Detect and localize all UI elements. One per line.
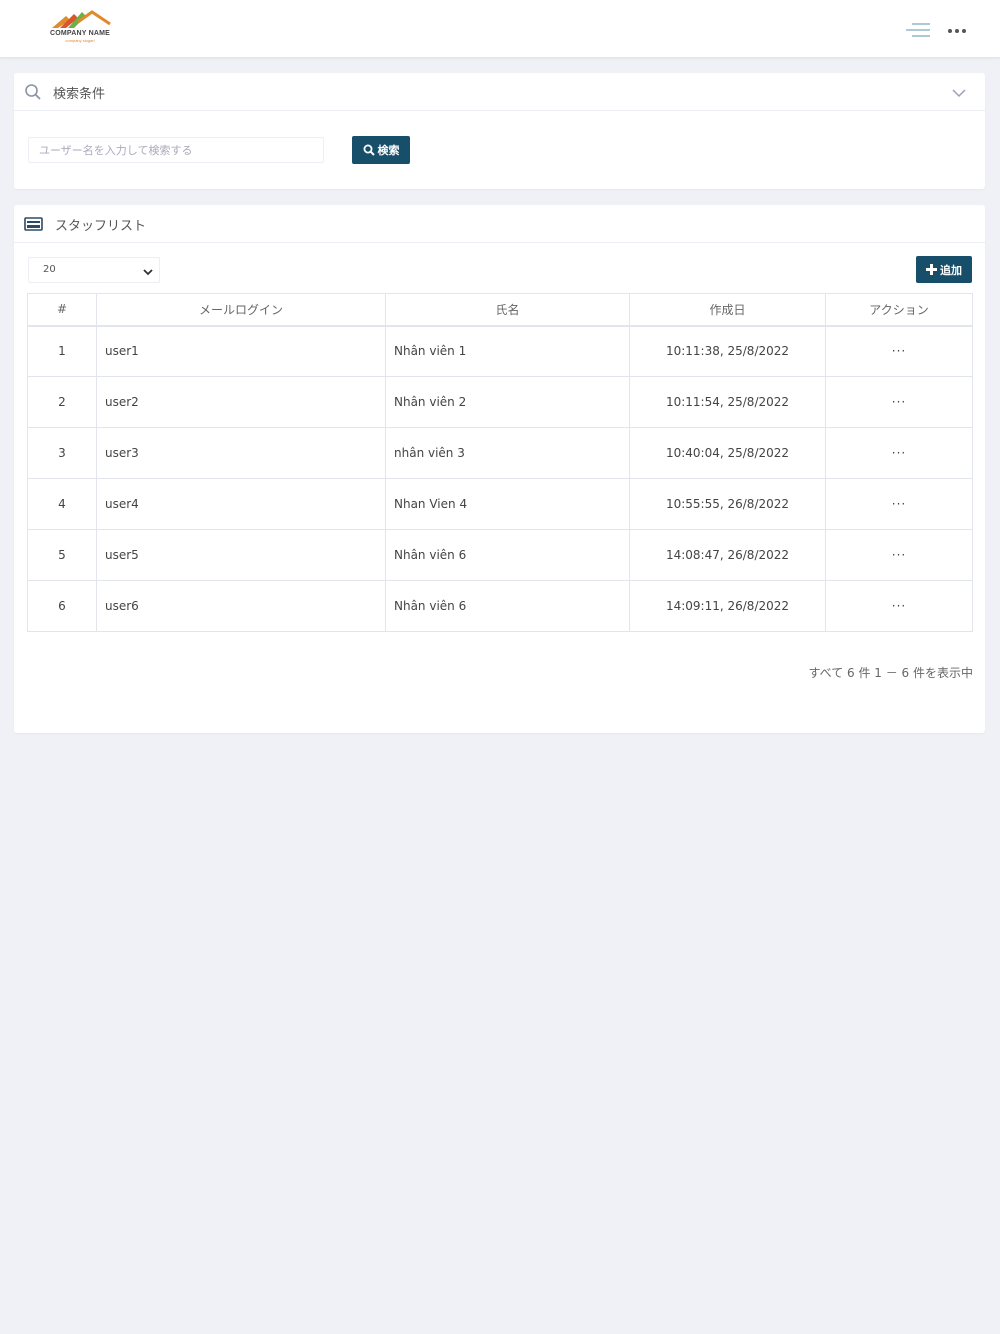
search-button-label: 検索 — [377, 144, 400, 157]
page-size-select[interactable]: 20 — [28, 257, 160, 283]
table-header-row: # メールログイン 氏名 作成日 アクション — [27, 293, 973, 327]
row-full-name: Nhan Vien 4 — [385, 478, 630, 530]
chevron-down-icon — [143, 266, 153, 276]
table-row: 1 user1 Nhân viên 1 10:11:38, 25/8/2022 … — [27, 325, 973, 377]
row-action-menu[interactable]: ··· — [825, 427, 973, 479]
row-created-date: 10:40:04, 25/8/2022 — [629, 427, 826, 479]
staff-list-header: スタッフリスト — [14, 205, 985, 243]
row-email-login: user1 — [96, 325, 386, 377]
row-email-login: user2 — [96, 376, 386, 428]
column-header-email-login[interactable]: メールログイン — [96, 293, 386, 327]
row-action-menu[interactable]: ··· — [825, 529, 973, 581]
table-row: 6 user6 Nhân viên 6 14:09:11, 26/8/2022 … — [27, 580, 973, 632]
row-action-menu[interactable]: ··· — [825, 478, 973, 530]
top-bar: COMPANY NAME company slogan — [0, 0, 1000, 58]
staff-table: # メールログイン 氏名 作成日 アクション 1 user1 Nhân viên… — [27, 293, 973, 632]
row-email-login: user5 — [96, 529, 386, 581]
row-number: 3 — [27, 427, 97, 479]
column-header-full-name[interactable]: 氏名 — [385, 293, 630, 327]
table-row: 5 user5 Nhân viên 6 14:08:47, 26/8/2022 … — [27, 529, 973, 581]
row-number: 5 — [27, 529, 97, 581]
search-icon — [24, 83, 42, 101]
row-created-date: 10:55:55, 26/8/2022 — [629, 478, 826, 530]
search-button[interactable]: 検索 — [352, 136, 410, 164]
row-full-name: Nhân viên 1 — [385, 325, 630, 377]
logo-tagline: company slogan — [65, 38, 95, 43]
row-number: 2 — [27, 376, 97, 428]
row-created-date: 10:11:54, 25/8/2022 — [629, 376, 826, 428]
row-action-menu[interactable]: ··· — [825, 376, 973, 428]
row-full-name: Nhân viên 2 — [385, 376, 630, 428]
row-created-date: 14:09:11, 26/8/2022 — [629, 580, 826, 632]
row-email-login: user3 — [96, 427, 386, 479]
column-header-action: アクション — [825, 293, 973, 327]
logo-text: COMPANY NAME — [49, 30, 111, 37]
staff-list-title: スタッフリスト — [55, 219, 147, 234]
search-panel-title: 検索条件 — [53, 87, 106, 102]
add-staff-button[interactable]: 追加 — [916, 256, 972, 283]
row-number: 4 — [27, 478, 97, 530]
table-row: 4 user4 Nhan Vien 4 10:55:55, 26/8/2022 … — [27, 478, 973, 530]
row-action-menu[interactable]: ··· — [825, 580, 973, 632]
plus-icon — [926, 264, 937, 275]
staff-list-panel: スタッフリスト 20 追加 # メールログイン 氏名 作成日 アクション 1 u… — [14, 205, 985, 733]
table-row: 3 user3 nhân viên 3 10:40:04, 25/8/2022 … — [27, 427, 973, 479]
row-full-name: nhân viên 3 — [385, 427, 630, 479]
more-horizontal-icon[interactable] — [944, 20, 970, 40]
row-email-login: user4 — [96, 478, 386, 530]
row-number: 1 — [27, 325, 97, 377]
column-header-created-date[interactable]: 作成日 — [629, 293, 826, 327]
row-full-name: Nhân viên 6 — [385, 529, 630, 581]
page-size-value: 20 — [43, 264, 56, 275]
row-email-login: user6 — [96, 580, 386, 632]
search-panel-header[interactable]: 検索条件 — [14, 73, 985, 111]
row-full-name: Nhân viên 6 — [385, 580, 630, 632]
column-header-number[interactable]: # — [27, 293, 97, 327]
logo-roof-icon — [52, 10, 111, 28]
table-row: 2 user2 Nhân viên 2 10:11:54, 25/8/2022 … — [27, 376, 973, 428]
username-search-input[interactable] — [28, 137, 324, 163]
pagination-info: すべて 6 件 1 － 6 件を表示中 — [808, 666, 973, 680]
row-action-menu[interactable]: ··· — [825, 325, 973, 377]
row-number: 6 — [27, 580, 97, 632]
chevron-down-icon[interactable] — [951, 86, 967, 100]
search-button-icon — [363, 144, 375, 156]
company-logo[interactable]: COMPANY NAME company slogan — [44, 10, 116, 46]
hamburger-menu-icon[interactable] — [904, 20, 932, 40]
keyboard-list-icon — [24, 216, 43, 232]
row-created-date: 14:08:47, 26/8/2022 — [629, 529, 826, 581]
row-created-date: 10:11:38, 25/8/2022 — [629, 325, 826, 377]
add-button-label: 追加 — [940, 263, 962, 277]
search-conditions-panel: 検索条件 検索 — [14, 73, 985, 189]
